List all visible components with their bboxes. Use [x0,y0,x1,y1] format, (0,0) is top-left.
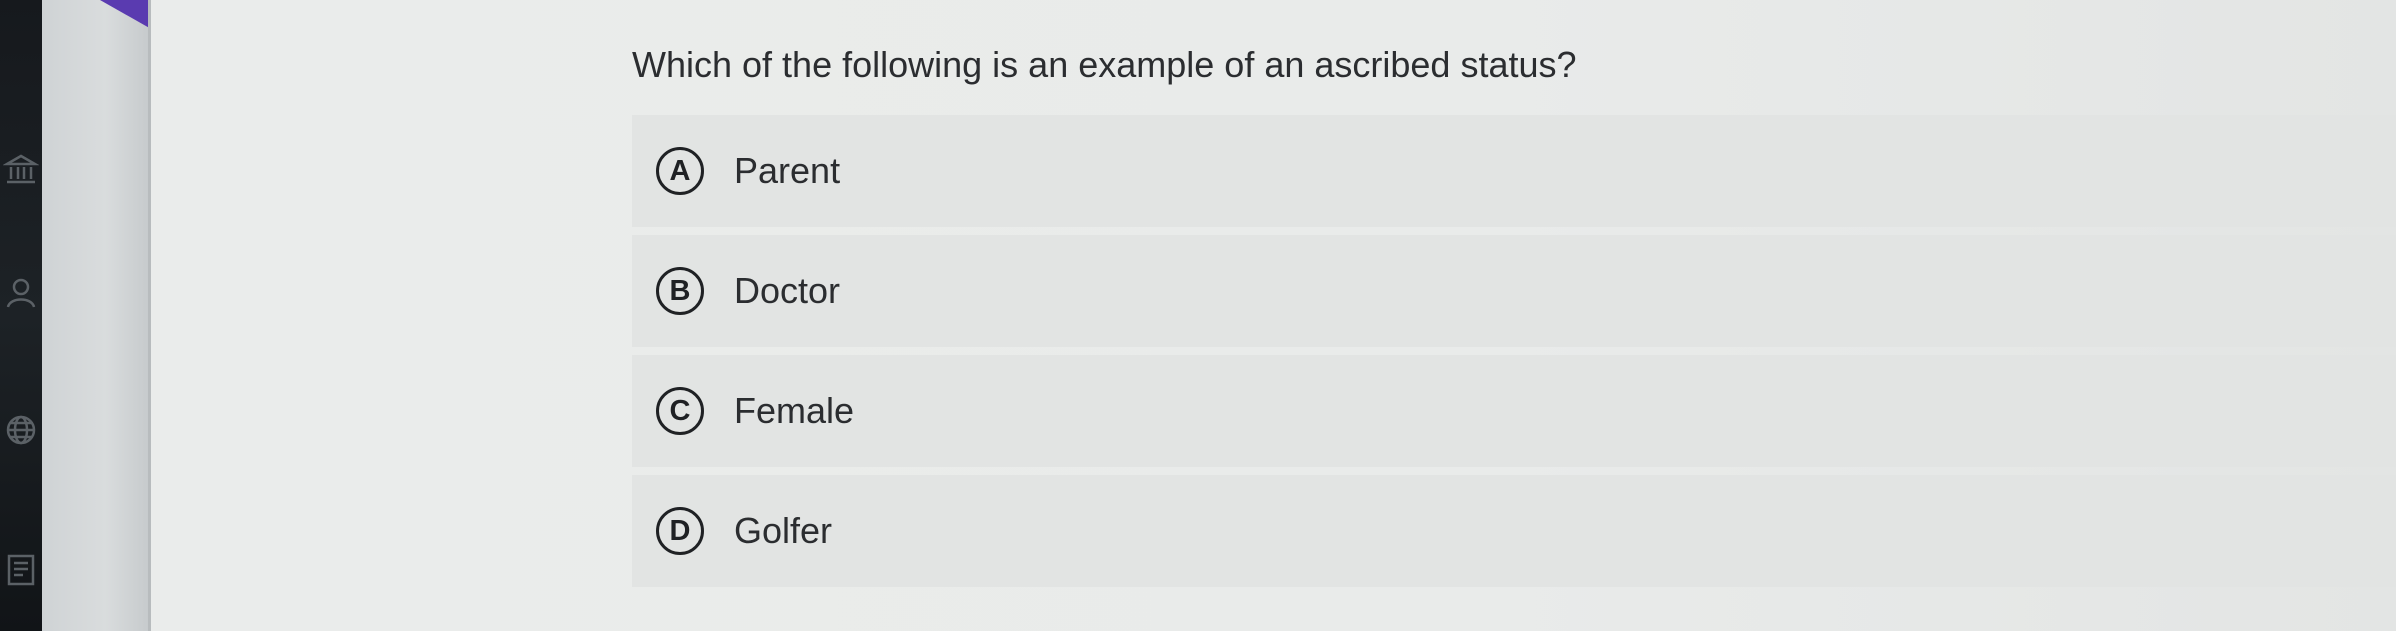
left-navigation-bar [0,0,42,631]
bank-icon[interactable] [0,145,42,195]
option-text-c: Female [734,390,855,431]
option-a[interactable]: A Parent [632,115,2396,227]
option-c[interactable]: C Female [632,355,2396,467]
left-side-panel [42,0,148,631]
user-icon[interactable] [0,268,42,318]
option-text-d: Golfer [734,510,833,551]
option-text-a: Parent [734,150,841,191]
document-icon[interactable] [0,545,42,595]
option-d[interactable]: D Golfer [632,475,2396,587]
option-letter-d: D [656,507,704,555]
globe-icon[interactable] [0,405,42,455]
option-letter-c: C [656,387,704,435]
option-text-b: Doctor [734,270,841,311]
question-text: Which of the following is an example of … [632,44,1577,85]
option-b[interactable]: B Doctor [632,235,2396,347]
option-letter-b: B [656,267,704,315]
option-letter-a: A [656,147,704,195]
